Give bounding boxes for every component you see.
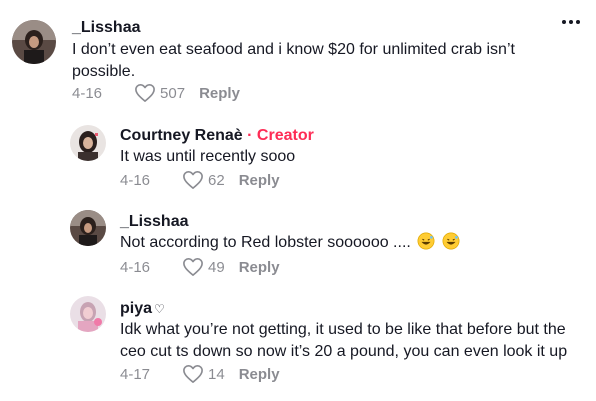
like-count: 49 <box>208 258 225 276</box>
comment-meta: 4-16 62 Reply <box>120 170 280 190</box>
comment-item: _Lisshaa I don’t even eat seafood and i … <box>0 0 596 115</box>
comment-text: It was until recently sooo <box>120 148 296 165</box>
more-horizontal-icon <box>562 20 566 24</box>
comment-text-content: Not according to Red lobster soooooo ...… <box>120 234 411 251</box>
comment-username[interactable]: _Lisshaa <box>120 213 188 231</box>
heart-outline-icon <box>183 258 203 276</box>
heart-outline-icon <box>183 171 203 189</box>
comment-username[interactable]: _Lisshaa <box>72 19 140 37</box>
like-button[interactable]: 14 <box>182 364 225 384</box>
creator-badge: · Creator <box>242 127 314 144</box>
avatar[interactable] <box>70 296 106 332</box>
like-count: 507 <box>160 84 186 102</box>
username-text[interactable]: piya <box>120 300 152 317</box>
comment-text: I don’t even eat seafood and i know $20 … <box>72 41 515 80</box>
like-button[interactable]: 49 <box>182 257 225 277</box>
comment-date: 4-16 <box>120 258 151 276</box>
reply-item: _Lisshaa Not according to Red lobster so… <box>0 205 596 290</box>
comment-username[interactable]: piya ♡ <box>120 300 165 318</box>
grinning-sweat-emoji <box>417 232 435 250</box>
like-button[interactable]: 507 <box>134 83 185 103</box>
heart-outline-icon <box>135 84 155 102</box>
username-text[interactable]: Courtney Renaè <box>120 127 243 144</box>
reply-item: Courtney Renaè · Creator It was until re… <box>0 115 596 205</box>
comment-date: 4-16 <box>120 171 151 189</box>
heart-icon: ♡ <box>154 302 165 316</box>
like-count: 14 <box>208 365 225 383</box>
reply-button[interactable]: Reply <box>239 172 280 189</box>
reply-button[interactable]: Reply <box>239 366 280 383</box>
comment-date: 4-17 <box>120 365 151 383</box>
comment-meta: 4-16 507 Reply <box>72 83 240 103</box>
like-count: 62 <box>208 171 225 189</box>
comment-text: Idk what you’re not getting, it used to … <box>120 321 568 360</box>
like-button[interactable]: 62 <box>182 170 225 190</box>
avatar[interactable] <box>70 210 106 246</box>
comment-text: Not according to Red lobster soooooo ...… <box>120 232 560 254</box>
more-options-button[interactable] <box>562 20 580 24</box>
comment-date: 4-16 <box>72 84 103 102</box>
grinning-sweat-emoji <box>442 232 460 250</box>
avatar[interactable] <box>70 125 106 161</box>
avatar[interactable] <box>12 20 56 64</box>
comment-username[interactable]: Courtney Renaè · Creator <box>120 127 314 145</box>
reply-button[interactable]: Reply <box>239 259 280 276</box>
reply-button[interactable]: Reply <box>199 85 240 102</box>
comment-meta: 4-16 49 Reply <box>120 257 280 277</box>
comment-meta: 4-17 14 Reply <box>120 364 280 384</box>
heart-outline-icon <box>183 365 203 383</box>
reply-item: piya ♡ Idk what you’re not getting, it us… <box>0 290 596 401</box>
